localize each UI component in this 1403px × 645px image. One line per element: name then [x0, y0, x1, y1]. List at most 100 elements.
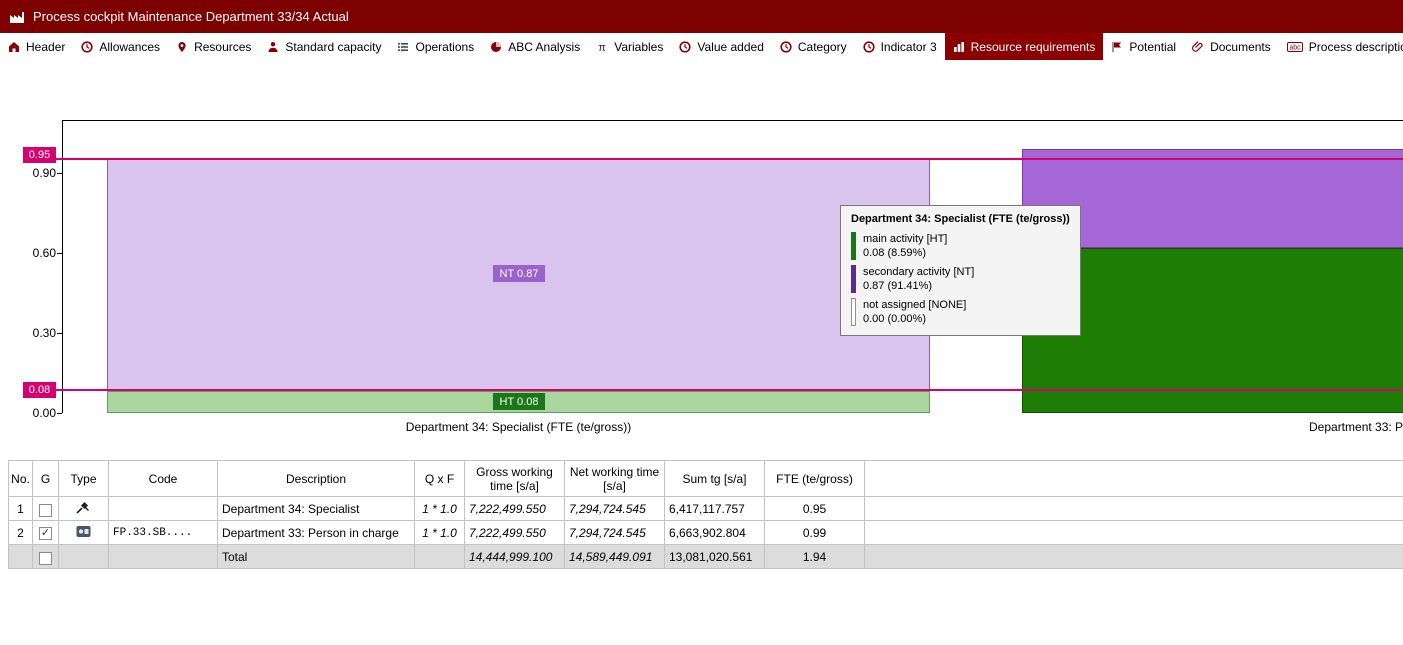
table-row-total: Total 14,444,999.100 14,589,449.091 13,0…	[9, 545, 1403, 569]
row-checkbox[interactable]	[39, 504, 52, 517]
scene-type-icon	[76, 525, 91, 538]
cell-description: Total	[218, 545, 415, 569]
tooltip-entry: secondary activity [NT] 0.87 (91.41%)	[851, 265, 1070, 293]
tooltip-entry-value: 0.08 (8.59%)	[863, 246, 947, 260]
clock-icon	[780, 41, 792, 53]
col-header-sum-tg[interactable]: Sum tg [s/a]	[665, 461, 765, 497]
tab-label: Standard capacity	[285, 40, 381, 54]
col-header-g[interactable]: G	[33, 461, 59, 497]
tab-standard-capacity[interactable]: Standard capacity	[259, 33, 389, 60]
col-header-net[interactable]: Net working time [s/a]	[565, 461, 665, 497]
tab-documents[interactable]: Documents	[1184, 33, 1279, 60]
x-axis-label-dept33: Department 33: Person in charge (FTE (te…	[1309, 420, 1403, 434]
tab-label: Category	[798, 40, 847, 54]
cell-filler	[865, 545, 1403, 569]
clock-icon	[81, 41, 93, 53]
table-row-dept33[interactable]: 2 ✓ FP.33.SB.... Department 33: Person i…	[9, 521, 1403, 545]
tooltip-entry-name: main activity [HT]	[863, 232, 947, 246]
cell-g	[33, 545, 59, 569]
cell-net: 7,294,724.545	[565, 497, 665, 521]
tab-label: Operations	[415, 40, 474, 54]
tab-abc-analysis[interactable]: ABC Analysis	[482, 33, 588, 60]
tab-operations[interactable]: Operations	[389, 33, 482, 60]
col-header-filler	[865, 461, 1403, 497]
segment-label-nt: NT 0.87	[493, 265, 545, 282]
swatch-secondary-activity	[851, 265, 856, 293]
cell-net: 14,589,449.091	[565, 545, 665, 569]
y-axis	[62, 120, 63, 413]
factory-icon	[9, 10, 25, 24]
row-checkbox[interactable]: ✓	[39, 527, 52, 540]
row-checkbox[interactable]	[39, 552, 52, 565]
resource-type-icon	[76, 501, 91, 514]
plot-top-border	[62, 120, 1403, 121]
tab-label: Resource requirements	[971, 40, 1096, 54]
tab-variables[interactable]: π Variables	[588, 33, 671, 60]
window-title: Process cockpit Maintenance Department 3…	[33, 9, 349, 24]
col-header-type[interactable]: Type	[59, 461, 109, 497]
col-header-fte[interactable]: FTE (te/gross)	[765, 461, 865, 497]
table-region: No. G Type Code Description Q x F Gross …	[8, 460, 1403, 569]
resource-table: No. G Type Code Description Q x F Gross …	[8, 460, 1403, 569]
person-icon	[267, 41, 279, 53]
tooltip-entry: not assigned [NONE] 0.00 (0.00%)	[851, 298, 1070, 326]
y-tick-label: 0.30	[18, 326, 56, 340]
chart-tooltip: Department 34: Specialist (FTE (te/gross…	[840, 205, 1081, 336]
pin-icon	[176, 41, 188, 53]
cell-code	[109, 497, 218, 521]
cell-qxf: 1 * 1.0	[415, 521, 465, 545]
col-header-no[interactable]: No.	[9, 461, 33, 497]
cell-no: 2	[9, 521, 33, 545]
cell-type	[59, 545, 109, 569]
cell-sum-tg: 13,081,020.561	[665, 545, 765, 569]
y-tick-label: 0.00	[18, 406, 56, 420]
abc-icon: abc	[1287, 41, 1303, 53]
cell-gross: 7,222,499.550	[465, 497, 565, 521]
tooltip-entry-name: not assigned [NONE]	[863, 298, 966, 312]
tab-label: ABC Analysis	[508, 40, 580, 54]
tooltip-entry: main activity [HT] 0.08 (8.59%)	[851, 232, 1070, 260]
tab-value-added[interactable]: Value added	[671, 33, 772, 60]
tab-resources[interactable]: Resources	[168, 33, 259, 60]
y-tick-label: 0.90	[18, 166, 56, 180]
threshold-line-lower	[56, 389, 1403, 391]
tab-process-description[interactable]: abc Process description	[1279, 33, 1403, 60]
tooltip-entry-name: secondary activity [NT]	[863, 265, 974, 279]
cell-g: ✓	[33, 521, 59, 545]
threshold-badge-upper: 0.95	[23, 147, 56, 163]
svg-text:abc: abc	[1289, 44, 1301, 51]
x-axis-label-dept34: Department 34: Specialist (FTE (te/gross…	[107, 420, 930, 434]
cell-no	[9, 545, 33, 569]
tab-potential[interactable]: Potential	[1103, 33, 1184, 60]
tab-label: Indicator 3	[881, 40, 937, 54]
tab-label: Resources	[194, 40, 251, 54]
col-header-qxf[interactable]: Q x F	[415, 461, 465, 497]
cell-sum-tg: 6,663,902.804	[665, 521, 765, 545]
table-row-dept34[interactable]: 1 Department 34: Specialist 1 * 1.0 7,22…	[9, 497, 1403, 521]
svg-text:π: π	[598, 42, 606, 53]
cell-type	[59, 521, 109, 545]
tab-category[interactable]: Category	[772, 33, 855, 60]
tab-header[interactable]: Header	[0, 33, 73, 60]
tab-resource-requirements[interactable]: Resource requirements	[945, 33, 1104, 60]
tab-label: Potential	[1129, 40, 1176, 54]
home-icon	[8, 41, 20, 53]
cell-filler	[865, 497, 1403, 521]
swatch-not-assigned	[851, 298, 856, 326]
col-header-code[interactable]: Code	[109, 461, 218, 497]
cell-g	[33, 497, 59, 521]
col-header-description[interactable]: Description	[218, 461, 415, 497]
y-tick-label: 0.60	[18, 246, 56, 260]
cell-gross: 14,444,999.100	[465, 545, 565, 569]
tab-label: Allowances	[99, 40, 160, 54]
cell-no: 1	[9, 497, 33, 521]
col-header-gross[interactable]: Gross working time [s/a]	[465, 461, 565, 497]
tab-allowances[interactable]: Allowances	[73, 33, 168, 60]
tab-indicator-3[interactable]: Indicator 3	[855, 33, 945, 60]
cell-fte: 0.95	[765, 497, 865, 521]
checkbox-glyph: ✓	[41, 528, 50, 539]
cell-qxf	[415, 545, 465, 569]
cell-net: 7,294,724.545	[565, 521, 665, 545]
title-bar: Process cockpit Maintenance Department 3…	[0, 0, 1403, 33]
swatch-main-activity	[851, 232, 856, 260]
